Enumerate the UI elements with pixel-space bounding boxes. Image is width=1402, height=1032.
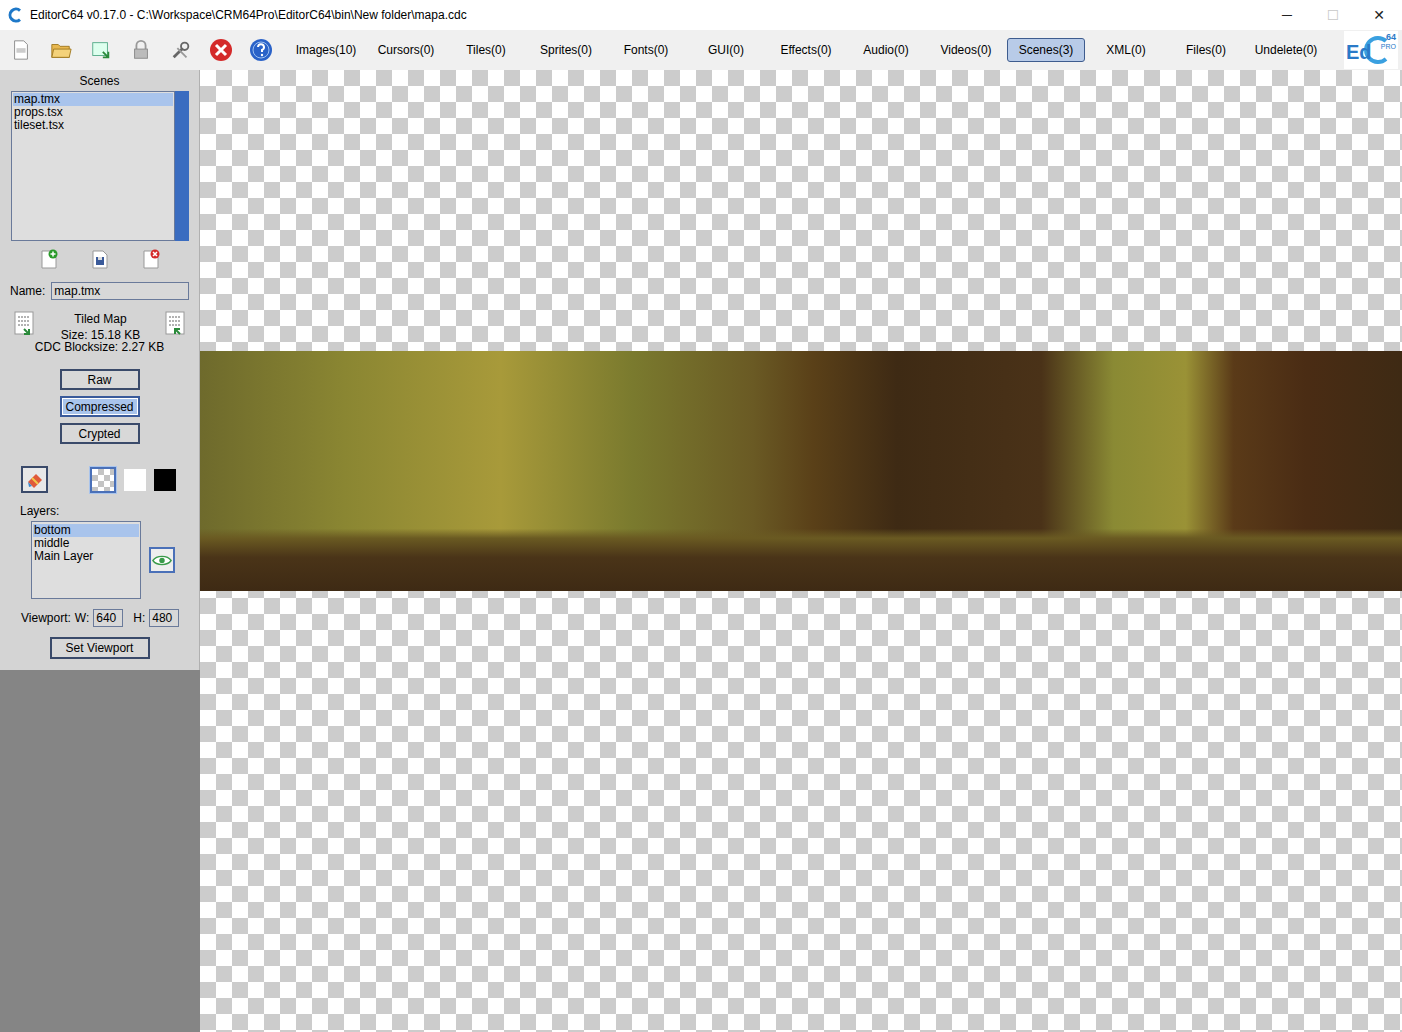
window-control: ☐ xyxy=(1310,0,1356,30)
tools-icon[interactable] xyxy=(161,35,201,65)
panel-title: Scenes xyxy=(0,74,199,88)
toolbar-tab[interactable]: Videos(0) xyxy=(927,38,1005,62)
blocksize: CDC Blocksize: 2.27 KB xyxy=(0,339,199,355)
close-icon[interactable] xyxy=(201,35,241,65)
background-color-button[interactable] xyxy=(124,469,146,491)
viewport-height-field[interactable]: 480 xyxy=(149,609,179,627)
export-binary-icon[interactable] xyxy=(165,311,187,337)
scene-item[interactable]: tileset.tsx xyxy=(13,119,173,132)
delete-scene-icon[interactable] xyxy=(141,248,161,270)
name-field[interactable]: map.tmx xyxy=(51,282,189,300)
toolbar-tab[interactable]: Files(0) xyxy=(1167,38,1245,62)
scene-item[interactable]: props.tsx xyxy=(13,106,173,119)
storage-mode-button[interactable]: Crypted xyxy=(60,423,140,444)
import-binary-icon[interactable] xyxy=(14,311,36,337)
storage-mode-button[interactable]: Compressed xyxy=(60,396,140,417)
background-picker-icon[interactable] xyxy=(21,466,48,493)
layer-item[interactable]: bottom xyxy=(33,524,139,537)
toolbar: Images(10)Cursors(0)Tiles(0)Sprites(0)Fo… xyxy=(0,30,1402,70)
editor-window: EditorC64 v0.17.0 - C:\Workspace\CRM64Pr… xyxy=(0,0,1402,1032)
scene-list[interactable]: map.tmxprops.tsxtileset.tsx xyxy=(11,91,175,241)
storage-mode-button[interactable]: Raw xyxy=(60,369,140,390)
layer-item[interactable]: Main Layer xyxy=(33,550,139,563)
lock-icon[interactable] xyxy=(121,35,161,65)
open-folder-icon[interactable] xyxy=(41,35,81,65)
save-scene-icon[interactable] xyxy=(90,248,110,270)
scrollbar[interactable] xyxy=(175,91,189,241)
name-label: Name: xyxy=(10,284,45,298)
background-checker-button[interactable] xyxy=(90,467,116,493)
window-control[interactable]: ─ xyxy=(1264,0,1310,30)
toolbar-tab[interactable]: Scenes(3) xyxy=(1007,38,1085,62)
sidebar-empty-area xyxy=(0,670,200,1032)
window-control[interactable]: ✕ xyxy=(1356,0,1402,30)
export-xml-icon[interactable] xyxy=(81,35,121,65)
layer-visibility-eye-icon[interactable] xyxy=(149,547,175,573)
scrollbar-thumb[interactable] xyxy=(175,91,189,241)
title-bar: EditorC64 v0.17.0 - C:\Workspace\CRM64Pr… xyxy=(0,0,1402,30)
toolbar-tab[interactable]: Audio(0) xyxy=(847,38,925,62)
window-title: EditorC64 v0.17.0 - C:\Workspace\CRM64Pr… xyxy=(30,8,467,22)
add-scene-icon[interactable] xyxy=(39,248,59,270)
new-file-icon[interactable] xyxy=(1,35,41,65)
background-color-button[interactable] xyxy=(154,469,176,491)
scene-canvas[interactable] xyxy=(200,70,1402,1032)
toolbar-tab[interactable]: Fonts(0) xyxy=(607,38,685,62)
viewport-width-field[interactable]: 640 xyxy=(93,609,123,627)
app-logo-icon xyxy=(8,7,24,23)
toolbar-tab[interactable]: Images(10) xyxy=(287,38,365,62)
sidebar: Scenesmap.tmxprops.tsxtileset.tsxName:ma… xyxy=(0,70,200,1032)
toolbar-tab[interactable]: Cursors(0) xyxy=(367,38,445,62)
layers-label: Layers: xyxy=(20,504,199,518)
scene-item[interactable]: map.tmx xyxy=(13,93,173,106)
layer-list[interactable]: bottommiddleMain Layer xyxy=(31,521,141,599)
scene-info: Tiled MapSize: 15.18 KB xyxy=(61,311,140,343)
toolbar-tab[interactable]: Effects(0) xyxy=(767,38,845,62)
scenes-panel: Scenesmap.tmxprops.tsxtileset.tsxName:ma… xyxy=(0,70,200,670)
toolbar-tab[interactable]: Tiles(0) xyxy=(447,38,525,62)
viewport-h-label: H: xyxy=(133,611,145,625)
logo: Ed64PRO xyxy=(1344,31,1398,69)
viewport-w-label: W: xyxy=(75,611,89,625)
set-viewport-button[interactable]: Set Viewport xyxy=(50,637,150,659)
toolbar-tab[interactable]: GUI(0) xyxy=(687,38,765,62)
layer-item[interactable]: middle xyxy=(33,537,139,550)
map-preview xyxy=(200,351,1402,591)
toolbar-tab[interactable]: Sprites(0) xyxy=(527,38,605,62)
toolbar-tab[interactable]: Undelete(0) xyxy=(1247,38,1325,62)
viewport-label: Viewport: xyxy=(21,611,71,625)
toolbar-tab[interactable]: XML(0) xyxy=(1087,38,1165,62)
help-icon[interactable] xyxy=(241,35,281,65)
